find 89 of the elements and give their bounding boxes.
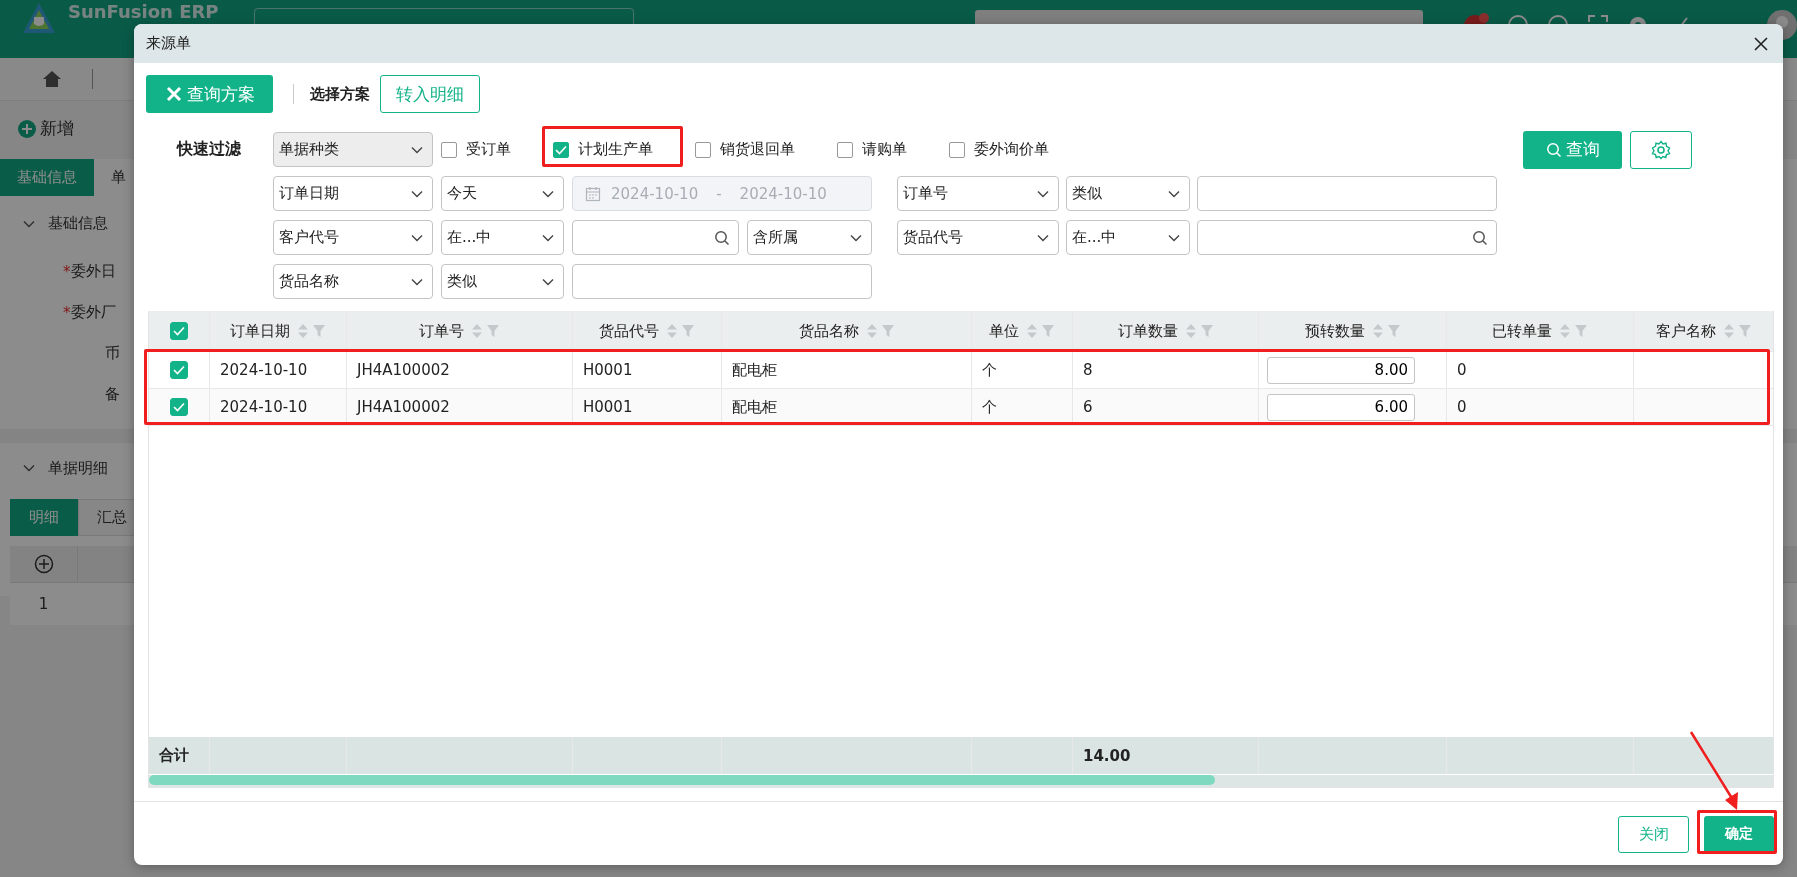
checkbox-label: 计划生产单 xyxy=(578,140,653,159)
checkbox[interactable] xyxy=(949,141,965,158)
field-select[interactable]: 货品名称 xyxy=(273,264,433,299)
checkbox-label: 委外询价单 xyxy=(974,140,1049,159)
field-label: 委外厂 xyxy=(70,303,116,322)
column-header[interactable]: 货品代号 xyxy=(599,321,659,341)
totals-label: 合计 xyxy=(149,737,210,774)
checkbox[interactable] xyxy=(170,322,188,340)
filter-icon[interactable] xyxy=(681,324,695,338)
field-label: 备 xyxy=(105,385,120,404)
check-icon xyxy=(173,365,185,375)
checkbox[interactable] xyxy=(170,361,188,379)
scrollbar-thumb[interactable] xyxy=(149,775,1215,785)
filter-icon[interactable] xyxy=(312,324,326,338)
totals-value: 14.00 xyxy=(1073,737,1259,774)
section-title: 基础信息 xyxy=(48,214,108,233)
checkbox-label: 受订单 xyxy=(466,140,511,159)
operator-select[interactable]: 类似 xyxy=(441,264,564,299)
column-header[interactable]: 已转单量 xyxy=(1492,321,1552,341)
scheme-label: 选择方案 xyxy=(310,84,370,104)
operator-select[interactable]: 类似 xyxy=(1066,176,1190,211)
document-type-select[interactable]: 单据种类 xyxy=(273,132,433,167)
filter-icon[interactable] xyxy=(1041,324,1055,338)
required-mark: * xyxy=(63,303,71,322)
lookup-field[interactable] xyxy=(572,220,739,255)
field-select[interactable]: 客户代号 xyxy=(273,220,433,255)
sort-icon[interactable] xyxy=(1559,323,1571,339)
scope-select[interactable]: 含所属 xyxy=(747,220,872,255)
checkbox-label: 销货退回单 xyxy=(720,140,795,159)
field-select[interactable]: 货品代号 xyxy=(897,220,1059,255)
check-icon xyxy=(555,144,567,155)
column-header[interactable]: 订单日期 xyxy=(230,321,290,341)
field-label: 币 xyxy=(105,344,120,363)
check-icon xyxy=(173,326,185,336)
add-row-icon[interactable] xyxy=(33,554,54,574)
checkbox[interactable] xyxy=(695,141,711,158)
settings-icon xyxy=(1651,139,1671,160)
checkbox[interactable] xyxy=(837,141,853,158)
column-header[interactable]: 货品名称 xyxy=(798,321,859,341)
column-header[interactable]: 客户名称 xyxy=(1655,321,1716,341)
close-icon[interactable] xyxy=(1753,35,1769,52)
input-field[interactable] xyxy=(1197,176,1497,211)
sort-icon[interactable] xyxy=(865,323,878,339)
operator-select[interactable]: 在...中 xyxy=(441,220,564,255)
lookup-field[interactable] xyxy=(1197,220,1497,255)
filter-icon[interactable] xyxy=(1574,324,1588,338)
row-number: 1 xyxy=(37,595,50,613)
operator-select[interactable]: 今天 xyxy=(441,176,564,211)
column-header[interactable]: 单位 xyxy=(989,321,1019,341)
checkbox[interactable] xyxy=(441,141,457,158)
field-select[interactable]: 订单号 xyxy=(897,176,1059,211)
new-button[interactable]: 新增 xyxy=(18,117,74,140)
column-header[interactable]: 订单号 xyxy=(419,321,464,341)
settings-button[interactable] xyxy=(1630,130,1692,169)
quantity-field[interactable]: 6.00 xyxy=(1267,393,1415,421)
operator-select[interactable]: 在...中 xyxy=(1066,220,1190,255)
checkbox-label: 请购单 xyxy=(862,140,907,159)
filter-icon[interactable] xyxy=(486,324,500,338)
filter-label: 快速过滤 xyxy=(175,139,242,160)
plus-circle-icon xyxy=(18,119,36,138)
search-icon xyxy=(1545,141,1562,158)
sort-icon[interactable] xyxy=(1184,323,1197,339)
sort-icon[interactable] xyxy=(297,323,309,339)
filter-icon[interactable] xyxy=(1737,324,1752,338)
column-header[interactable]: 预转数量 xyxy=(1304,321,1365,341)
filter-icon[interactable] xyxy=(1386,324,1401,338)
dialog-title: 来源单 xyxy=(146,34,191,53)
filter-icon[interactable] xyxy=(1199,324,1214,338)
home-icon[interactable] xyxy=(42,69,62,89)
field-label: 委外日 xyxy=(70,262,116,281)
check-icon xyxy=(173,402,185,412)
search-icon xyxy=(714,229,730,246)
filter-icon[interactable] xyxy=(880,324,895,338)
app-brand: SunFusion ERP xyxy=(68,1,219,23)
sort-icon[interactable] xyxy=(1722,323,1735,339)
sort-icon[interactable] xyxy=(666,323,678,339)
column-header[interactable]: 订单数量 xyxy=(1117,321,1178,341)
quantity-field[interactable]: 8.00 xyxy=(1267,356,1415,384)
checkbox[interactable] xyxy=(553,141,569,158)
checkbox[interactable] xyxy=(170,398,188,416)
search-icon xyxy=(1472,229,1488,246)
field-select[interactable]: 订单日期 xyxy=(273,176,433,211)
sort-icon[interactable] xyxy=(1026,323,1038,339)
sort-icon[interactable] xyxy=(471,323,483,339)
calendar-icon xyxy=(585,185,601,202)
input-field[interactable] xyxy=(572,264,872,299)
section-title: 单据明细 xyxy=(48,458,108,478)
sort-icon[interactable] xyxy=(1371,323,1384,339)
required-mark: * xyxy=(63,262,71,281)
